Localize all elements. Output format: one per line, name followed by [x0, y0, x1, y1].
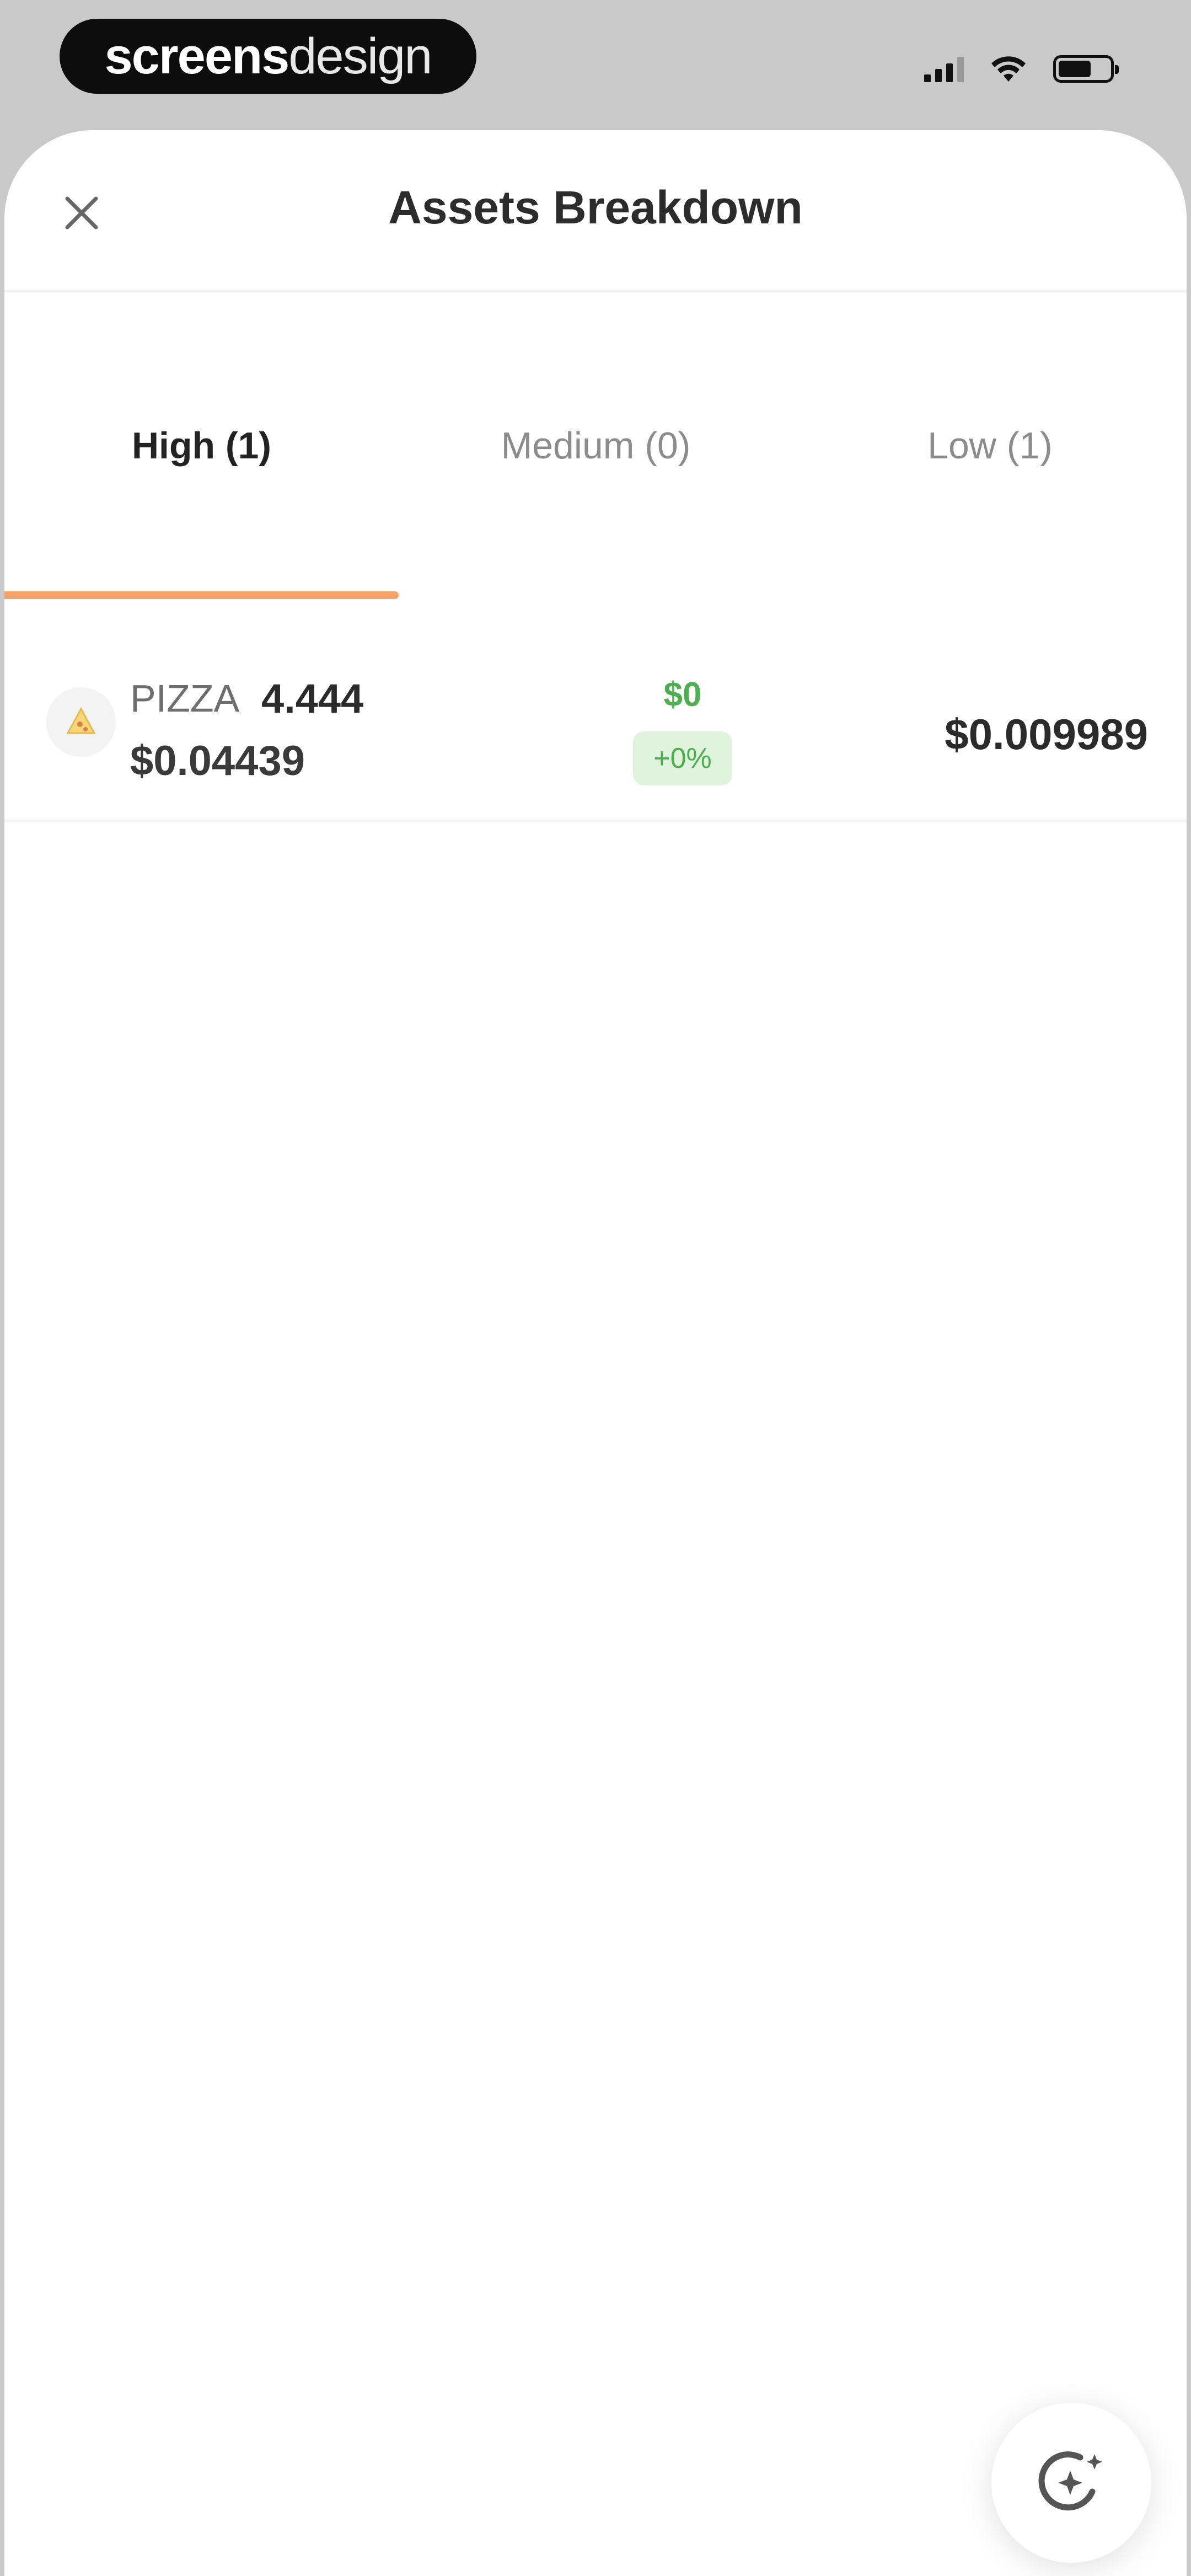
sheet-header: Assets Breakdown	[4, 130, 1187, 292]
risk-tabs: High (1) Medium (0) Low (1)	[4, 292, 1187, 599]
asset-change-amount: $0	[663, 676, 702, 714]
asset-row[interactable]: PIZZA 4.444 $0.04439 $0 +0% $0.009989	[4, 599, 1187, 822]
screen: screens design Assets Breakdown High (1)…	[0, 0, 1191, 2576]
tab-low-label: Low (1)	[927, 425, 1053, 467]
cellular-signal-icon	[924, 56, 964, 82]
status-bar: screens design	[0, 0, 1191, 127]
asset-value: $0.009989	[945, 710, 1148, 758]
status-icons	[924, 50, 1119, 88]
asset-change-badge: +0%	[633, 731, 732, 785]
brand-bold-text: screens	[104, 28, 290, 84]
asset-price: $0.04439	[130, 737, 305, 784]
battery-icon	[1053, 55, 1119, 83]
tab-high[interactable]: High (1)	[4, 292, 399, 599]
wifi-icon	[991, 56, 1026, 82]
brand-watermark: screens design	[60, 19, 476, 94]
bottom-sheet: Assets Breakdown High (1) Medium (0) Low…	[4, 130, 1187, 2576]
tab-low[interactable]: Low (1)	[793, 292, 1187, 599]
asset-quantity: 4.444	[261, 676, 364, 722]
ai-assistant-button[interactable]	[991, 2403, 1151, 2563]
tab-medium-label: Medium (0)	[501, 425, 691, 467]
pizza-token-icon	[46, 687, 116, 757]
brand-light-text: design	[288, 28, 432, 84]
tab-medium[interactable]: Medium (0)	[399, 292, 793, 599]
active-tab-indicator	[4, 591, 399, 599]
page-title: Assets Breakdown	[388, 181, 803, 233]
tab-high-label: High (1)	[131, 425, 272, 467]
ai-sparkle-icon	[1038, 2451, 1102, 2511]
asset-symbol: PIZZA	[130, 677, 240, 720]
